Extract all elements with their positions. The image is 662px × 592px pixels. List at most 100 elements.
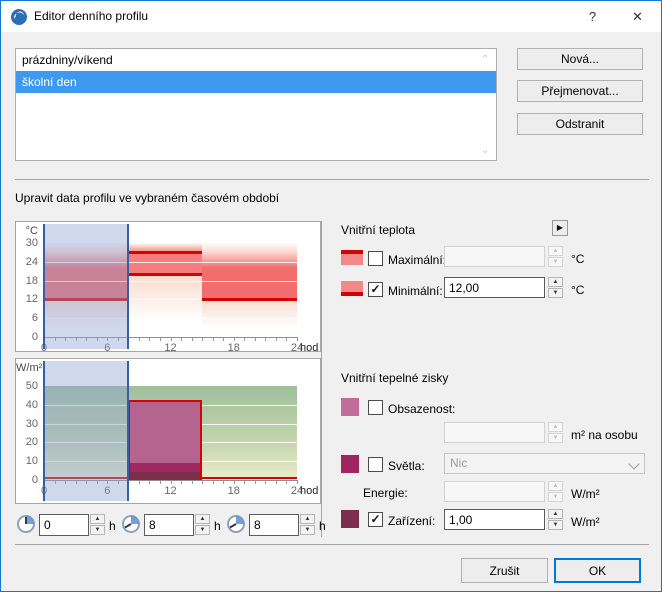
min-unit: °C: [571, 283, 585, 297]
spinner-up-icon[interactable]: ▲: [548, 422, 563, 432]
equipment-unit: W/m²: [571, 515, 600, 529]
energy-input[interactable]: [444, 481, 545, 502]
list-item[interactable]: školní den: [16, 71, 496, 93]
temperature-profile-line[interactable]: [128, 251, 203, 255]
x-tick-label: 12: [164, 485, 177, 497]
max-unit: °C: [571, 252, 585, 266]
gains-profile-outline[interactable]: [128, 400, 203, 480]
spinner-down-icon[interactable]: ▼: [548, 433, 563, 443]
list-item[interactable]: prázdniny/víkend: [16, 49, 496, 71]
ok-button[interactable]: OK: [554, 558, 641, 583]
time-duration-input[interactable]: [249, 514, 299, 536]
selection-handle[interactable]: [127, 361, 130, 501]
x-axis-unit-label: hod: [300, 485, 319, 497]
spinner-up-icon[interactable]: ▲: [548, 509, 563, 519]
x-tick: [254, 338, 256, 341]
selection-handle[interactable]: [43, 361, 45, 501]
x-tick: [170, 338, 172, 341]
lights-dropdown[interactable]: Nic: [444, 453, 645, 474]
time-end-spinner[interactable]: ▲ ▼: [195, 514, 210, 536]
spinner-down-icon[interactable]: ▼: [548, 257, 563, 267]
spinner-up-icon[interactable]: ▲: [90, 514, 105, 524]
x-tick: [149, 338, 151, 341]
x-tick: [191, 338, 193, 341]
temperature-chart[interactable]: °C061218243006121824hod: [15, 221, 321, 354]
equipment-input[interactable]: [444, 509, 545, 530]
lights-label: Světla:: [388, 459, 425, 473]
time-end-input[interactable]: [144, 514, 194, 536]
profile-list[interactable]: prázdniny/víkend školní den ⌃ ⌄: [15, 48, 497, 161]
temperature-profile-line[interactable]: [128, 273, 203, 277]
delete-button[interactable]: Odstranit: [517, 113, 643, 135]
spinner-up-icon[interactable]: ▲: [195, 514, 210, 524]
spinner-up-icon[interactable]: ▲: [548, 481, 563, 491]
spinner-up-icon[interactable]: ▲: [548, 277, 563, 287]
gains-panel-title: Vnitřní tepelné zisky: [341, 371, 449, 385]
min-spinner[interactable]: ▲ ▼: [548, 277, 563, 298]
max-label: Maximální:: [388, 253, 447, 267]
temperature-profile-line[interactable]: [202, 298, 297, 302]
occupancy-unit: m² na osobu: [571, 428, 638, 442]
time-duration-spinner[interactable]: ▲ ▼: [300, 514, 315, 536]
clock-icon: [227, 515, 245, 533]
selection-handle[interactable]: [127, 224, 130, 349]
flyout-button[interactable]: ▶: [552, 220, 568, 236]
energy-label: Energie:: [363, 486, 408, 500]
spinner-down-icon[interactable]: ▼: [548, 520, 563, 530]
x-tick-label: 18: [227, 342, 240, 354]
help-button[interactable]: ?: [570, 1, 615, 32]
temp-fill: [202, 243, 297, 300]
spinner-down-icon[interactable]: ▼: [90, 525, 105, 535]
flyout-arrow-icon: ▶: [556, 223, 564, 232]
scroll-down-icon[interactable]: ⌄: [481, 146, 491, 156]
time-duration-unit: h: [319, 519, 326, 533]
scroll-up-icon[interactable]: ⌃: [481, 55, 491, 65]
occupancy-label: Obsazenost:: [388, 402, 456, 416]
spinner-up-icon[interactable]: ▲: [548, 246, 563, 256]
occupancy-input[interactable]: [444, 422, 545, 443]
rename-button[interactable]: Přejmenovat...: [517, 80, 643, 102]
selection-band[interactable]: [44, 361, 129, 501]
energy-spinner[interactable]: ▲ ▼: [548, 481, 563, 502]
occupancy-spinner[interactable]: ▲ ▼: [548, 422, 563, 443]
spinner-down-icon[interactable]: ▼: [548, 288, 563, 298]
x-tick-label: 18: [227, 485, 240, 497]
selection-handle[interactable]: [43, 224, 45, 349]
lights-checkbox[interactable]: [368, 457, 383, 472]
y-tick-label: 20: [25, 436, 38, 449]
chevron-down-icon: [628, 458, 640, 470]
y-tick-label: 12: [25, 293, 38, 306]
x-tick: [181, 481, 183, 484]
x-tick: [191, 481, 193, 484]
min-checkbox[interactable]: [368, 282, 383, 297]
x-tick: [233, 481, 235, 484]
y-tick-label: 6: [31, 312, 38, 325]
new-button[interactable]: Nová...: [517, 48, 643, 70]
max-spinner[interactable]: ▲ ▼: [548, 246, 563, 267]
min-input[interactable]: [444, 277, 545, 298]
separator-bottom: [15, 544, 649, 545]
max-checkbox[interactable]: [368, 251, 383, 266]
equipment-checkbox[interactable]: [368, 512, 383, 527]
x-tick: [275, 338, 277, 341]
energy-unit: W/m²: [571, 487, 600, 501]
occupancy-checkbox[interactable]: [368, 400, 383, 415]
spinner-down-icon[interactable]: ▼: [548, 492, 563, 502]
x-tick: [223, 481, 225, 484]
x-tick: [286, 338, 288, 341]
selection-band[interactable]: [44, 224, 129, 349]
time-start-spinner[interactable]: ▲ ▼: [90, 514, 105, 536]
x-tick: [286, 481, 288, 484]
gains-chart[interactable]: W/m²0102030405006121824hod: [15, 358, 321, 504]
time-start-input[interactable]: [39, 514, 89, 536]
spinner-up-icon[interactable]: ▲: [300, 514, 315, 524]
spinner-down-icon[interactable]: ▼: [300, 525, 315, 535]
x-tick: [297, 338, 298, 341]
equipment-spinner[interactable]: ▲ ▼: [548, 509, 563, 530]
spinner-down-icon[interactable]: ▼: [195, 525, 210, 535]
section-title: Upravit data profilu ve vybraném časovém…: [15, 191, 280, 205]
separator-top: [15, 179, 649, 180]
max-input[interactable]: [444, 246, 545, 267]
cancel-button[interactable]: Zrušit: [461, 558, 548, 583]
close-button[interactable]: ✕: [615, 1, 660, 32]
